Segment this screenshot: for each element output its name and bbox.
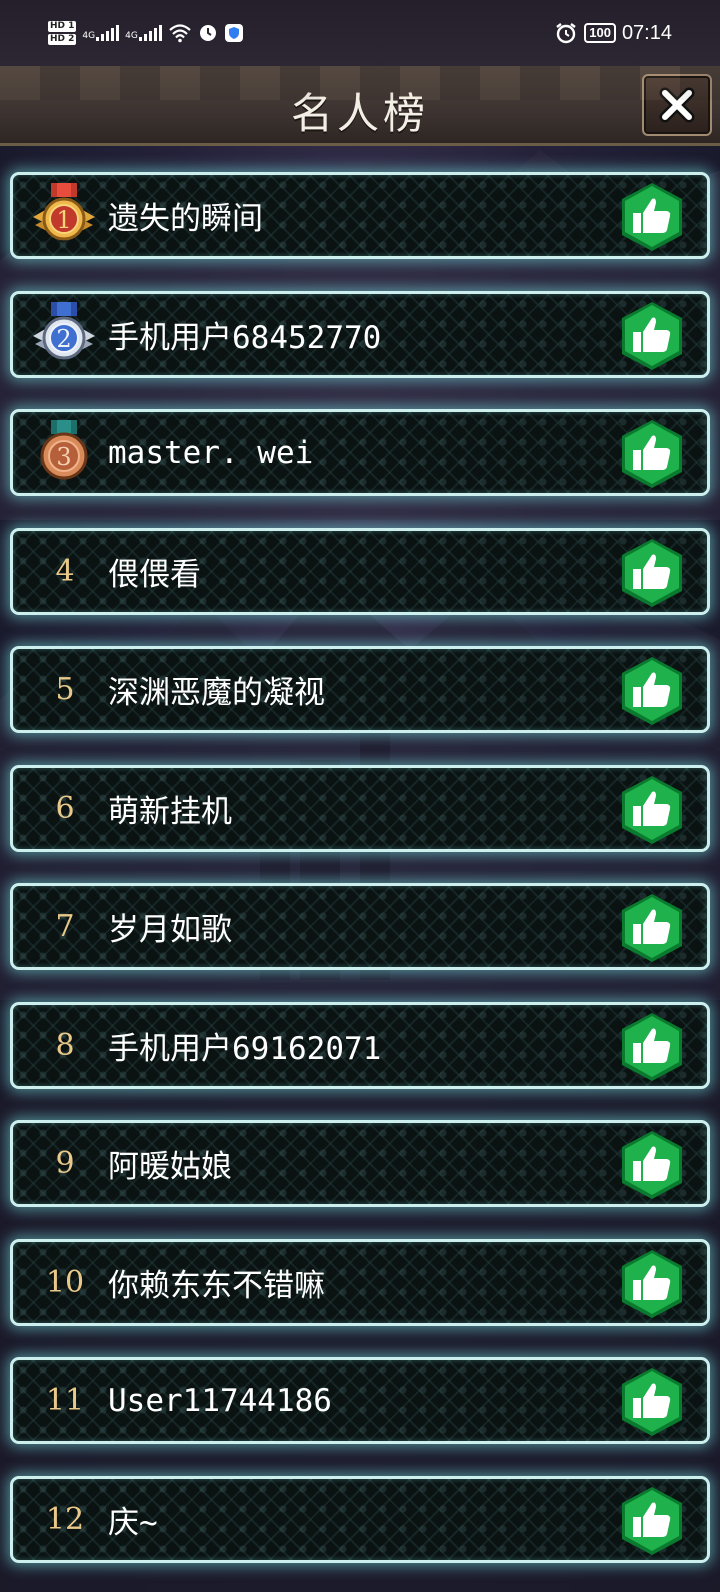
- silver-medal-icon: 2: [33, 301, 95, 359]
- like-button[interactable]: [619, 1248, 685, 1320]
- ranking-row-5: 5 深渊恶魔的凝视: [10, 646, 710, 733]
- like-button[interactable]: [619, 1011, 685, 1083]
- player-name: 遗失的瞬间: [108, 201, 263, 237]
- network-type-2: 4G: [125, 31, 138, 41]
- ranking-list[interactable]: 1 遗失的瞬间 2 手机用户68452770 3 master. wei 4 偎…: [10, 172, 710, 1592]
- player-name: 偎偎看: [108, 556, 201, 593]
- clock-time: 07:14: [621, 21, 672, 44]
- close-icon: [659, 87, 695, 123]
- like-button[interactable]: [619, 537, 685, 609]
- rank-number: 5: [55, 672, 75, 707]
- hd-indicator: HD 1 HD 2: [48, 20, 77, 46]
- player-name: 阿暖姑娘: [108, 1149, 232, 1185]
- rank-number: 7: [55, 909, 75, 944]
- rank-number: 8: [55, 1027, 75, 1063]
- close-button[interactable]: [642, 74, 712, 136]
- status-bar: HD 1 HD 2 4G 4G 100 07:14: [0, 0, 720, 66]
- ranking-row-4: 4 偎偎看: [10, 527, 710, 615]
- ranking-row-8: 8 手机用户69162071: [10, 1001, 710, 1089]
- ranking-row-9: 9 阿暖姑娘: [10, 1120, 710, 1207]
- signal-1: 4G: [82, 25, 120, 41]
- player-name: 萌新挂机: [108, 793, 232, 830]
- clock-app-icon: [199, 25, 216, 41]
- ranking-row-7: 7 岁月如歌: [10, 883, 710, 970]
- wifi-icon: [169, 24, 191, 43]
- rank-number: 11: [45, 1383, 85, 1418]
- network-type-1: 4G: [82, 31, 96, 41]
- ranking-row-1: 1 遗失的瞬间: [10, 172, 710, 259]
- gold-medal-icon: 1: [33, 183, 95, 241]
- svg-text:1: 1: [56, 206, 71, 234]
- battery-indicator: 100: [584, 23, 616, 43]
- like-button[interactable]: [619, 300, 685, 372]
- ranking-row-12: 12 庆~: [10, 1475, 710, 1563]
- player-name: 岁月如歌: [108, 912, 232, 948]
- player-name: 手机用户68452770: [108, 319, 382, 356]
- like-button[interactable]: [619, 418, 685, 490]
- player-name: 手机用户69162071: [108, 1030, 382, 1067]
- ranking-row-10: 10 你赖东东不错嘛: [10, 1238, 710, 1326]
- rank-number: 9: [55, 1146, 75, 1181]
- like-button[interactable]: [619, 1129, 685, 1201]
- like-button[interactable]: [619, 181, 685, 253]
- rank-number: 4: [55, 553, 75, 589]
- player-name: User11744186: [108, 1382, 332, 1419]
- svg-text:2: 2: [56, 325, 71, 353]
- like-button[interactable]: [619, 892, 685, 964]
- rank-number: 6: [55, 790, 75, 826]
- player-name: 深渊恶魔的凝视: [108, 675, 325, 711]
- like-button[interactable]: [619, 1366, 685, 1438]
- shield-icon: [224, 24, 243, 42]
- page-title: 名人榜: [290, 89, 429, 138]
- player-name: master. wei: [108, 434, 314, 471]
- alarm-icon: [556, 23, 576, 44]
- ranking-row-11: 11 User11744186: [10, 1357, 710, 1444]
- bronze-medal-icon: 3: [40, 420, 88, 480]
- signal-2: 4G: [125, 25, 162, 41]
- like-button[interactable]: [619, 1485, 685, 1557]
- like-button[interactable]: [619, 774, 685, 846]
- ranking-row-6: 6 萌新挂机: [10, 764, 710, 852]
- player-name: 你赖东东不错嘛: [108, 1267, 325, 1304]
- like-button[interactable]: [619, 655, 685, 727]
- header-bar: 名人榜: [0, 66, 720, 146]
- hd2-label: HD 2: [48, 34, 77, 45]
- ranking-row-3: 3 master. wei: [10, 409, 710, 496]
- svg-text:3: 3: [56, 443, 71, 471]
- hd1-label: HD 1: [48, 21, 77, 32]
- rank-number: 10: [45, 1264, 85, 1300]
- rank-number: 12: [45, 1501, 85, 1537]
- ranking-row-2: 2 手机用户68452770: [10, 290, 710, 378]
- player-name: 庆~: [108, 1504, 158, 1541]
